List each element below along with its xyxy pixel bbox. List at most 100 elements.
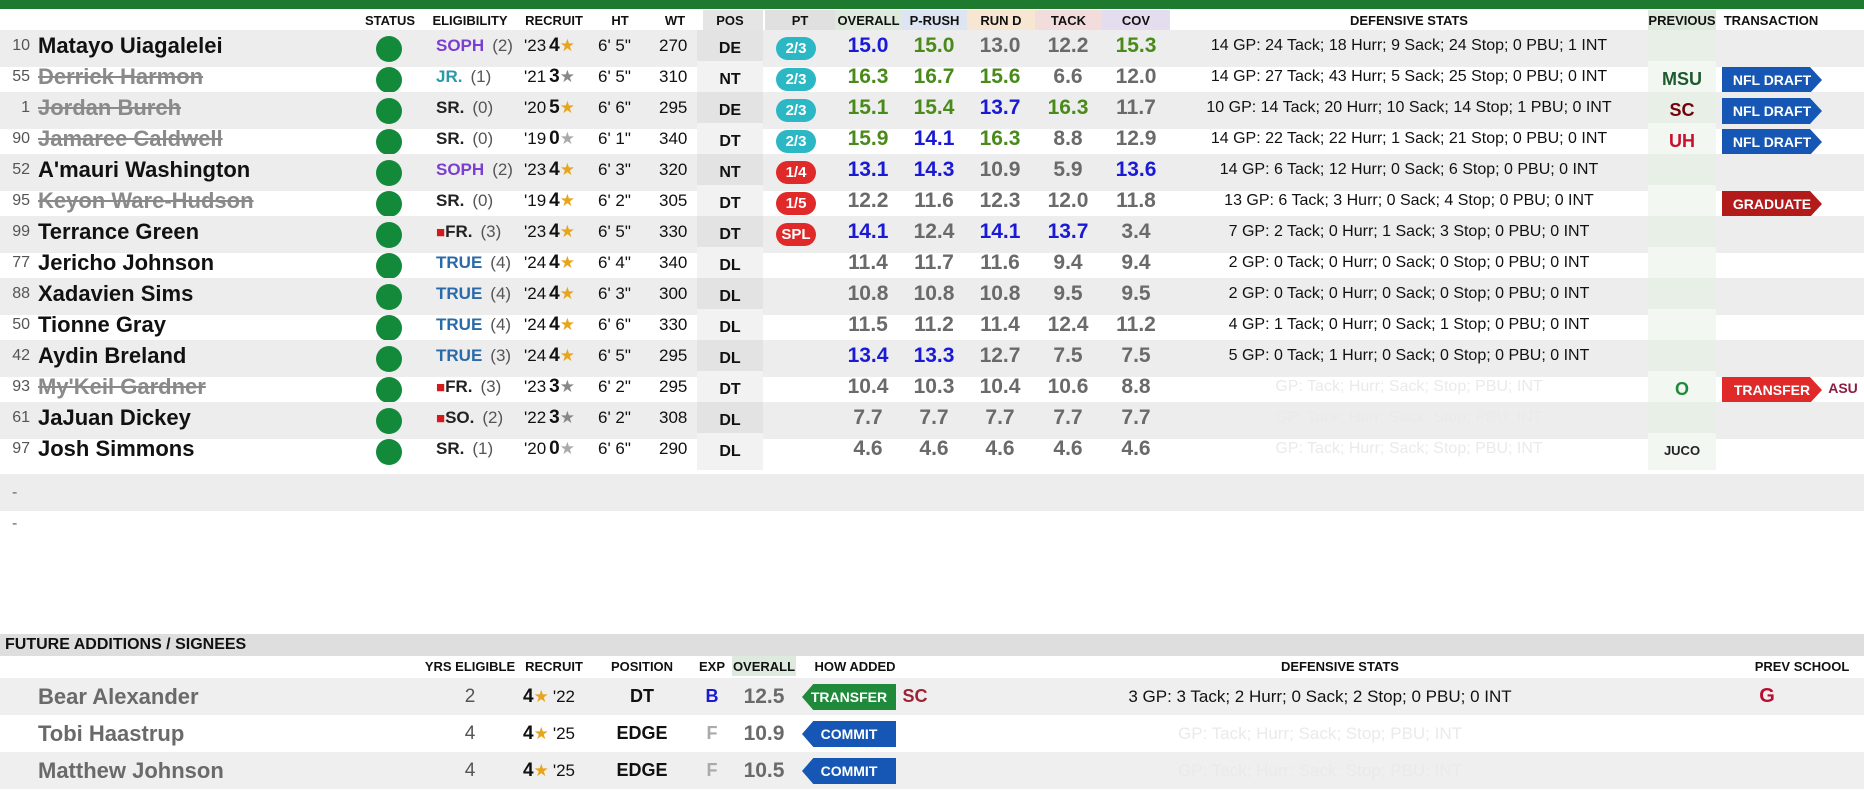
rund-score: 4.6 [985,437,1015,460]
future-header-how[interactable]: HOW ADDED [800,659,910,674]
future-section-title: FUTURE ADDITIONS / SIGNEES [0,634,1864,656]
recruit-stars: 4 [549,314,560,335]
status-dot [376,98,402,124]
future-header-overall[interactable]: OVERALL [732,659,796,674]
redshirt-icon: ■ [436,410,446,427]
eligibility-years: (4) [490,284,512,303]
future-row: Tobi Haastrup 4 4★ '25 EDGE F 10.9 COMMIT GP: Ta… [0,715,1864,752]
future-header-recruit[interactable]: RECRUIT [523,659,585,674]
recruit: '20 0★ [524,430,575,467]
recruit-year: '23 [524,36,547,55]
transaction-badge[interactable]: NFL DRAFT [1722,129,1822,155]
eligibility-years: (3) [480,222,502,241]
status-dot [376,439,402,465]
recruit-stars: 0 [549,438,560,459]
eligibility-years: (2) [492,36,513,55]
transaction-badge[interactable]: NFL DRAFT [1722,67,1822,93]
recruit-stars: 4 [523,723,534,744]
future-header-exp[interactable]: EXP [696,659,728,674]
future-header-prev[interactable]: PREV SCHOOL [1752,659,1852,674]
how-added-badge[interactable]: COMMIT [802,721,896,747]
years-eligible: 4 [464,723,476,744]
playing-time-badge: 2/3 [776,130,816,153]
eligibility-class: SO. [445,408,475,427]
recruit-year: '24 [524,346,547,365]
status-dot [376,191,402,217]
recruit: 4★ '22 [523,678,575,715]
status-dot [376,377,402,403]
status-dot [376,408,402,434]
star-icon: ★ [559,98,575,117]
transaction-badge[interactable]: TRANSFER [1722,377,1822,403]
status-dot [376,67,402,93]
header-cov[interactable]: COV [1102,13,1170,28]
eligibility-class: SR. [436,129,465,148]
eligibility-years: (0) [472,191,494,210]
header-ht[interactable]: HT [605,13,635,28]
previous-school-logo: JUCO [1663,443,1701,458]
position: EDGE [616,760,668,780]
future-player-name[interactable]: Matthew Johnson [38,752,224,789]
recruit-stars: 4 [549,190,560,211]
eligibility-class: SR. [436,439,465,458]
redshirt-icon: ■ [436,224,446,241]
status-dot [376,129,402,155]
header-previous[interactable]: PREVIOUS [1648,13,1716,28]
prush-score: 4.6 [919,437,949,460]
header-prush[interactable]: P-RUSH [902,13,967,28]
overall-score: 12.5 [743,685,785,708]
cov-score: 4.6 [1121,437,1151,460]
status-dot [376,222,402,248]
height: 6' 6" [598,439,631,458]
recruit-year: '19 [524,191,547,210]
player-name[interactable]: Josh Simmons [38,430,194,467]
empty-row-dash: - [12,515,18,532]
star-icon: ★ [559,377,575,396]
recruit-stars: 4 [549,283,560,304]
jersey-number: 97 [12,440,30,457]
header-rund[interactable]: RUN D [967,13,1035,28]
defensive-stats: GP: Tack; Hurr; Sack; Stop; PBU; INT [1275,440,1543,457]
recruit-stars: 4 [549,345,560,366]
recruit: 4★ '25 [523,715,575,752]
defensive-stats: GP: Tack; Hurr; Sack; Stop; PBU; INT [1177,724,1463,743]
recruit-year: '23 [524,222,547,241]
star-icon: ★ [559,222,575,241]
eligibility-years: (3) [490,346,512,365]
header-transaction[interactable]: TRANSACTION [1718,13,1824,28]
star-icon: ★ [559,160,575,179]
header-defensive-stats[interactable]: DEFENSIVE STATS [1170,13,1648,28]
future-player-name[interactable]: Bear Alexander [38,678,199,715]
header-pos[interactable]: POS [710,13,750,28]
header-recruit[interactable]: RECRUIT [523,13,585,28]
header-wt[interactable]: WT [660,13,690,28]
recruit-year: '25 [552,761,575,780]
top-accent [0,0,1864,9]
eligibility-class: TRUE [436,284,483,303]
recruit-year: '22 [524,408,547,427]
header-overall[interactable]: OVERALL [835,13,902,28]
future-player-name[interactable]: Tobi Haastrup [38,715,184,752]
transaction-badge[interactable]: GRADUATE [1722,191,1822,217]
star-icon: ★ [559,346,575,365]
header-pt[interactable]: PT [775,13,825,28]
star-icon: ★ [559,36,575,55]
transaction-badge[interactable]: NFL DRAFT [1722,98,1822,124]
future-header-position[interactable]: POSITION [604,659,680,674]
header-eligibility[interactable]: ELIGIBILITY [430,13,510,28]
recruit-year: '23 [524,377,547,396]
recruit-year: '25 [552,724,575,743]
header-status[interactable]: STATUS [362,13,418,28]
eligibility-class: TRUE [436,253,483,272]
future-header-stats[interactable]: DEFENSIVE STATS [1180,659,1500,674]
eligibility-class: FR. [445,222,473,241]
how-added-badge[interactable]: TRANSFER [802,684,896,710]
header-tack[interactable]: TACK [1035,13,1102,28]
star-icon: ★ [559,408,575,427]
how-added-badge[interactable]: COMMIT [802,758,896,784]
table-row: 97 Josh Simmons SR. (1) '20 0★ 6' 6" 290 DL 4.6 4.… [0,433,1864,470]
tack-score: 4.6 [1053,437,1083,460]
recruit-year: '21 [524,67,547,86]
eligibility-years: (4) [490,253,512,272]
future-header-yrs[interactable]: YRS ELIGIBLE [420,659,520,674]
